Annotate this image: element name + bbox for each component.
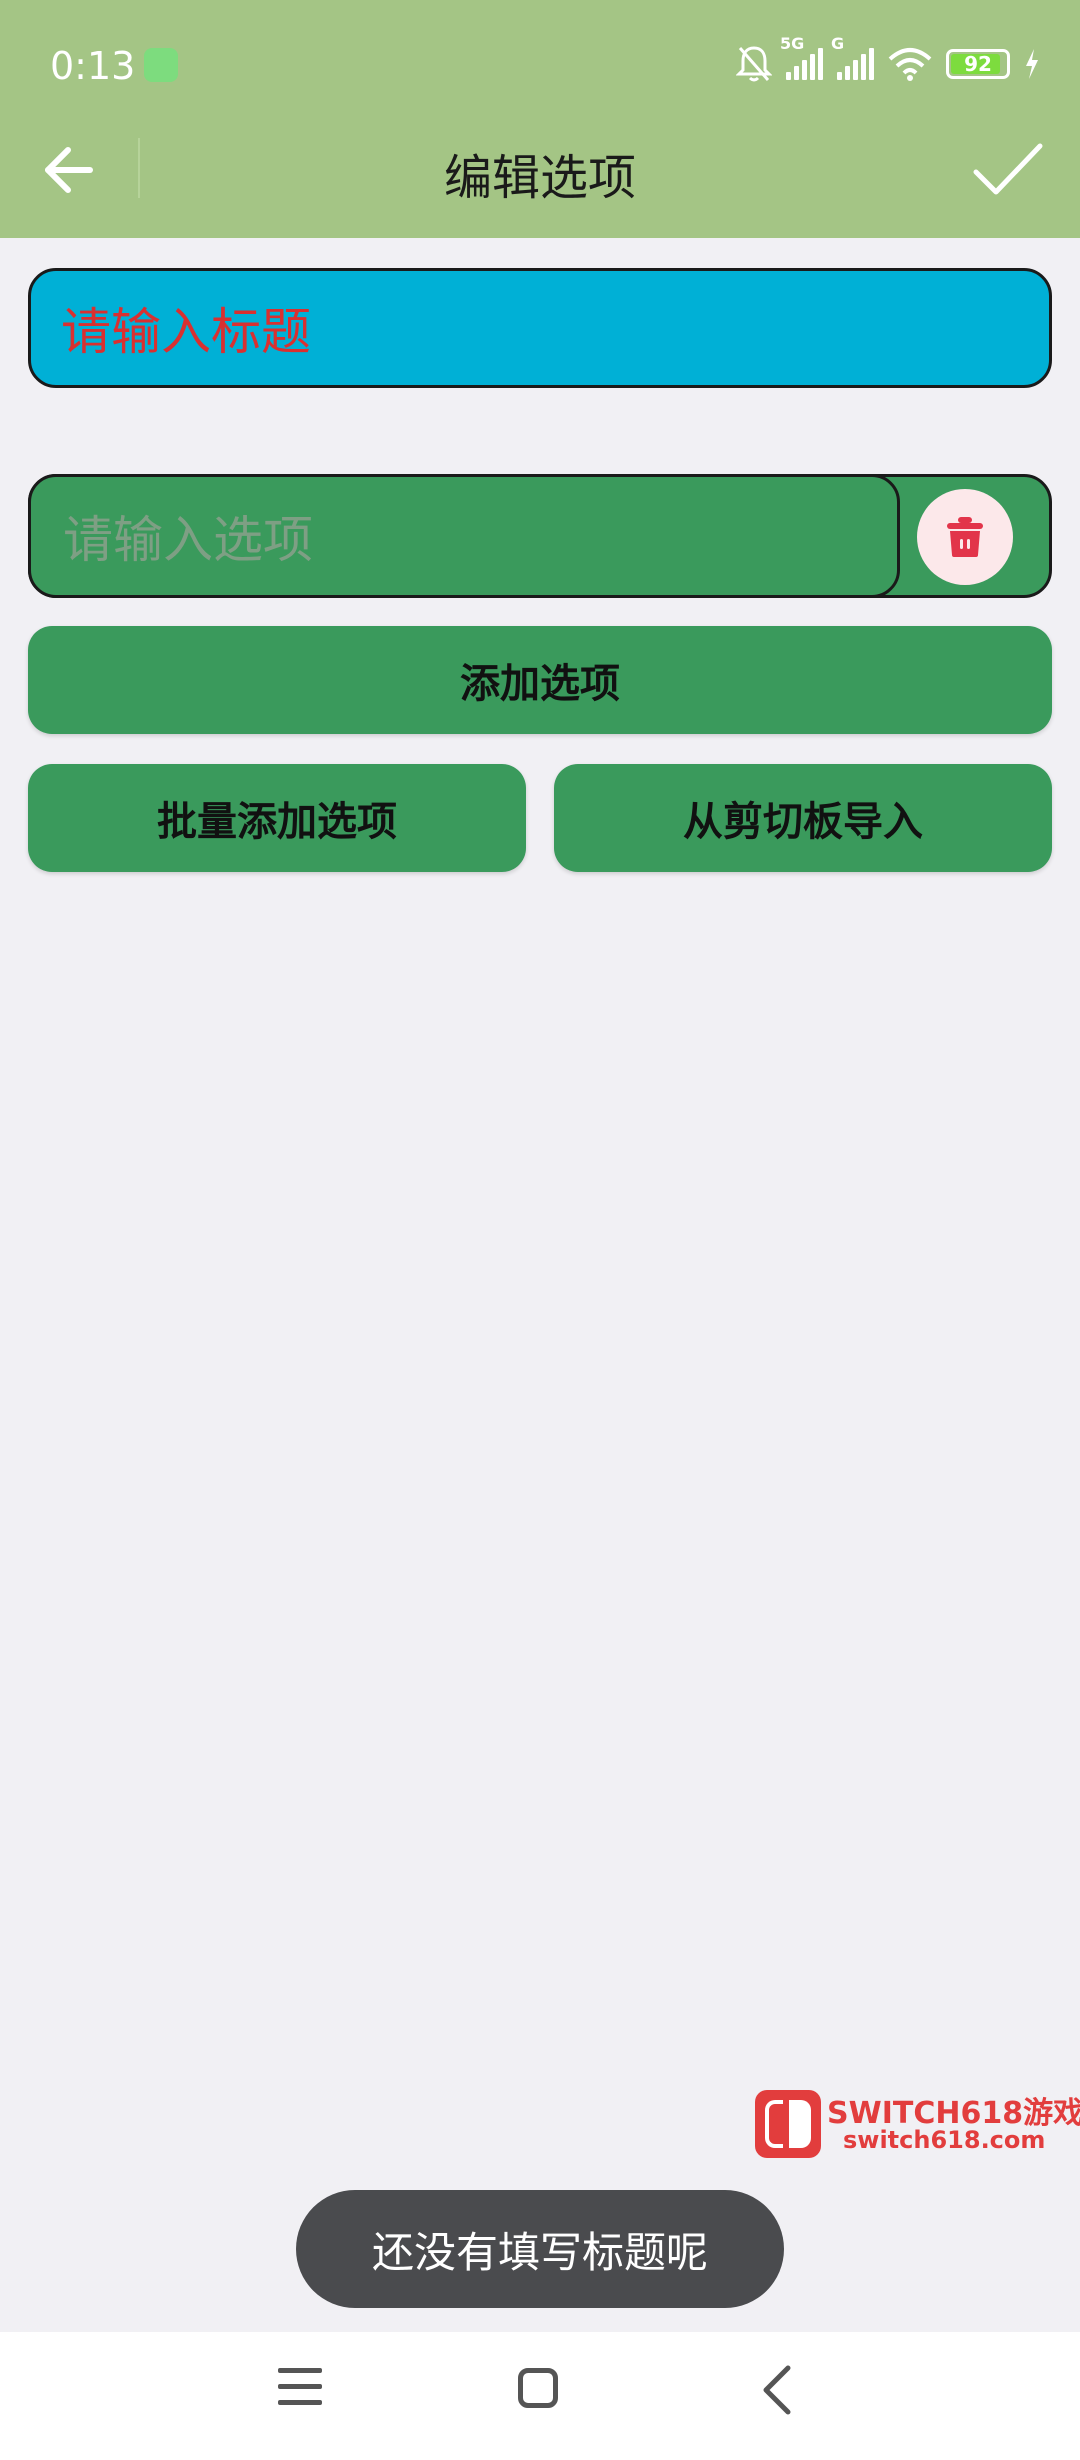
import-clipboard-button[interactable]: 从剪切板导入: [554, 764, 1052, 872]
signal-5g-label: 5G: [780, 34, 805, 53]
trash-icon: [947, 517, 983, 557]
battery-level: 92: [964, 52, 992, 76]
delete-option-button[interactable]: [917, 489, 1013, 585]
status-time: 0:13: [50, 44, 136, 88]
android-notification-icon: [144, 48, 178, 82]
home-icon[interactable]: [518, 2368, 558, 2408]
toast-message: 还没有填写标题呢: [296, 2190, 784, 2308]
checkmark-icon[interactable]: [972, 140, 1044, 200]
charging-icon: [1026, 49, 1038, 79]
add-option-button[interactable]: 添加选项: [28, 626, 1052, 734]
navigation-bar: [0, 2332, 1080, 2460]
header-bar: 0:13 5G G 92 编辑选项: [0, 0, 1080, 238]
battery-icon: 92: [946, 49, 1010, 79]
switch-logo-icon: [755, 2090, 821, 2158]
menu-icon[interactable]: [278, 2368, 322, 2412]
signal-5g-icon: 5G: [780, 34, 823, 80]
signal-g-icon: G: [831, 34, 874, 80]
wifi-icon: [888, 48, 932, 81]
title-input[interactable]: 请输入标题: [28, 268, 1052, 388]
status-icons: 5G G 92: [736, 34, 1040, 84]
nav-back-icon[interactable]: [758, 2364, 798, 2416]
watermark: SWITCH618游戏 switch618.com: [755, 2088, 1080, 2160]
watermark-url: switch618.com: [843, 2126, 1046, 2154]
option-row: 请输入选项: [28, 474, 1052, 598]
bell-muted-icon: [736, 46, 772, 82]
batch-add-button[interactable]: 批量添加选项: [28, 764, 526, 872]
signal-g-label: G: [831, 34, 845, 53]
page-title: 编辑选项: [443, 150, 636, 206]
option-input[interactable]: 请输入选项: [28, 474, 900, 598]
